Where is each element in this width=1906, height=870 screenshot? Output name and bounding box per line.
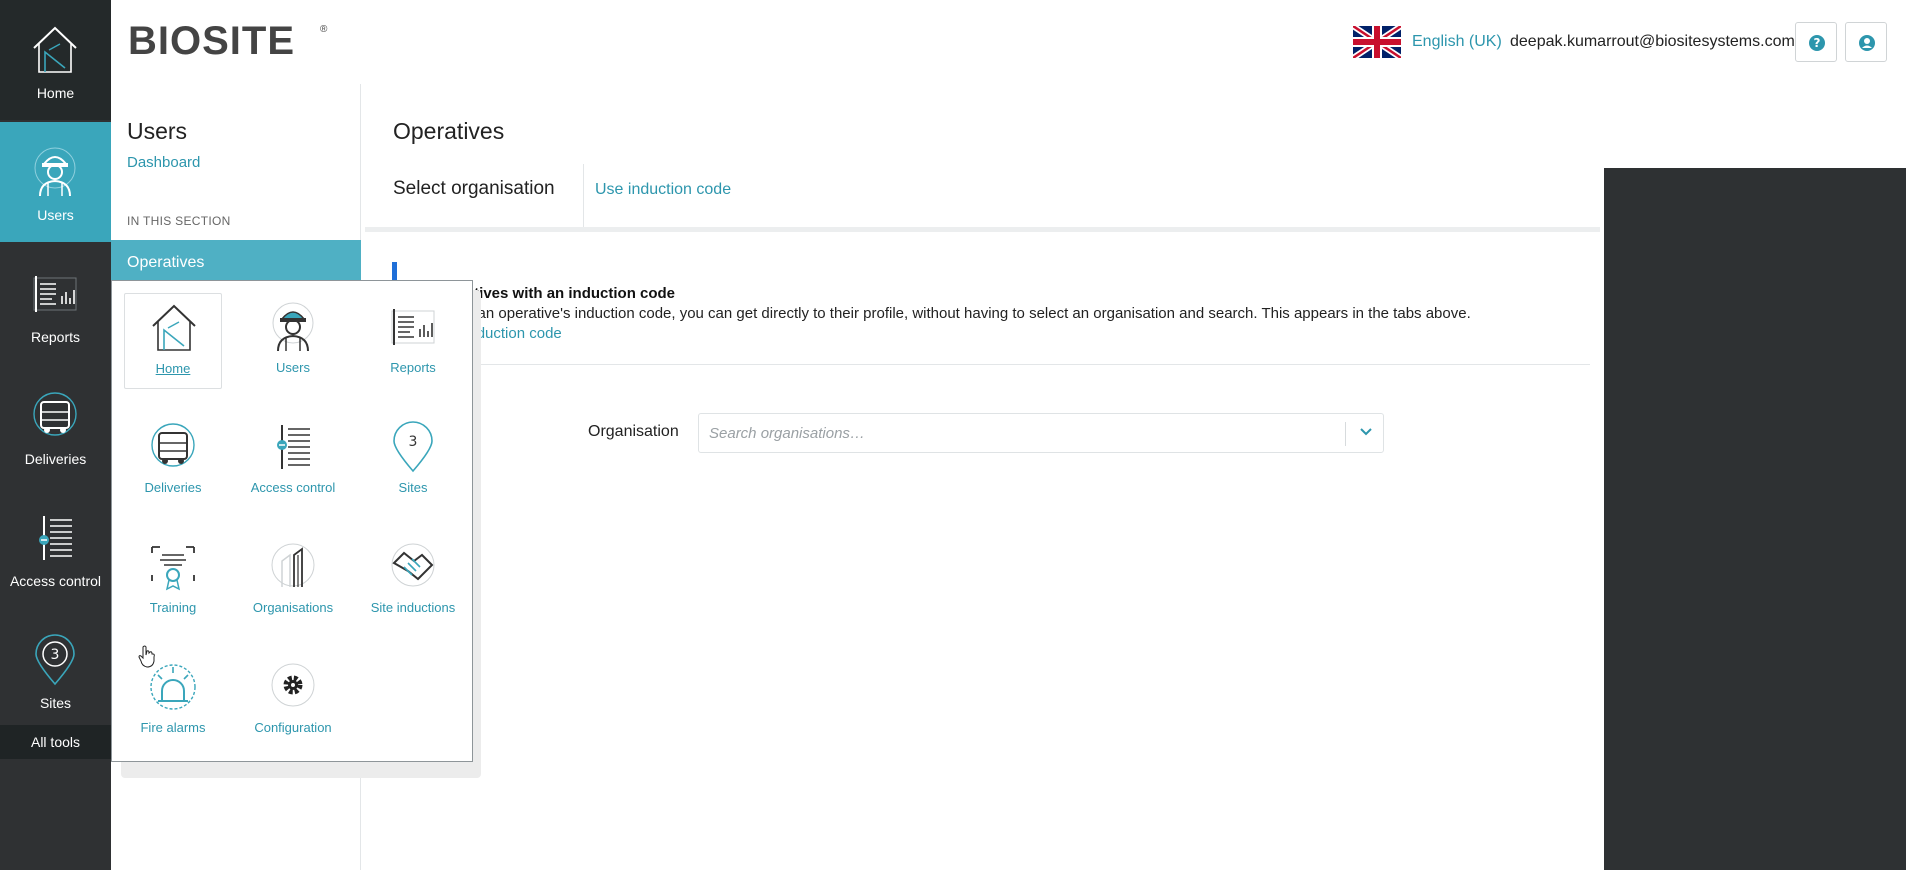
svg-text:3: 3 bbox=[409, 434, 418, 450]
account-button[interactable] bbox=[1845, 22, 1887, 62]
select-separator bbox=[1345, 422, 1346, 446]
tool-label: Home bbox=[155, 361, 191, 376]
tool-configuration[interactable]: Configuration bbox=[244, 653, 342, 749]
language-selector[interactable]: English (UK) bbox=[1412, 33, 1502, 51]
section-title: Users bbox=[127, 118, 188, 144]
svg-text:?: ? bbox=[1814, 36, 1821, 50]
dashboard-link[interactable]: Dashboard bbox=[127, 154, 200, 171]
sidebar-item-label: Operatives bbox=[127, 254, 205, 271]
help-icon: ? bbox=[1809, 35, 1825, 51]
tool-label: Reports bbox=[390, 360, 436, 375]
training-icon bbox=[151, 546, 195, 591]
tool-label: Configuration bbox=[254, 720, 332, 735]
rail-label-deliveries: Deliveries bbox=[24, 451, 87, 467]
rail-label-users: Users bbox=[37, 207, 74, 223]
page-title: Operatives bbox=[393, 118, 505, 144]
info-body: ou have an operative's induction code, y… bbox=[420, 305, 1471, 322]
divider bbox=[365, 364, 1590, 365]
rail-label-sites: Sites bbox=[39, 695, 72, 711]
chevron-down-icon[interactable] bbox=[1359, 427, 1373, 437]
tab-bar: Select organisation Use induction code bbox=[365, 164, 1600, 232]
rail-label-home: Home bbox=[36, 85, 75, 101]
tool-label: Organisations bbox=[252, 600, 334, 615]
home-icon bbox=[33, 26, 77, 73]
site-inductions-icon bbox=[391, 543, 435, 587]
left-rail: Home Users Reports Deliveries Access con… bbox=[0, 0, 111, 870]
app-window: Home Users Reports Deliveries Access con… bbox=[0, 0, 1906, 870]
home-icon bbox=[152, 304, 196, 351]
rail-item-users[interactable]: Users bbox=[0, 122, 111, 242]
rail-item-reports[interactable]: Reports bbox=[0, 244, 111, 364]
tool-deliveries[interactable]: Deliveries bbox=[124, 413, 222, 509]
right-dark-panel bbox=[1604, 168, 1906, 870]
tool-label: Sites bbox=[398, 480, 428, 495]
user-email: deepak.kumarrout@biositesystems.com bbox=[1510, 33, 1795, 50]
rail-all-tools-button[interactable]: All tools bbox=[0, 725, 111, 759]
help-button[interactable]: ? bbox=[1795, 22, 1837, 62]
tool-label: Deliveries bbox=[144, 480, 202, 495]
svg-text:®: ® bbox=[320, 24, 328, 35]
account-icon bbox=[1859, 35, 1875, 51]
tab-select-organisation[interactable]: Select organisation bbox=[393, 178, 555, 200]
hand-cursor-icon bbox=[138, 645, 155, 668]
rail-label-reports: Reports bbox=[30, 329, 81, 345]
tool-label: Access control bbox=[250, 480, 336, 495]
rail-label-access-control: Access control bbox=[9, 573, 102, 589]
deliveries-icon bbox=[151, 423, 195, 467]
rail-item-sites[interactable]: 3 Sites bbox=[0, 610, 111, 730]
tool-label: Fire alarms bbox=[140, 720, 206, 735]
tool-reports[interactable]: Reports bbox=[364, 293, 462, 389]
rail-item-home[interactable]: Home bbox=[0, 0, 111, 120]
tool-label: Training bbox=[149, 600, 197, 615]
tool-home[interactable]: Home bbox=[124, 293, 222, 389]
svg-text:BIOSITE: BIOSITE bbox=[128, 20, 295, 60]
tool-sites[interactable]: 3 Sites bbox=[364, 413, 462, 509]
rail-item-deliveries[interactable]: Deliveries bbox=[0, 366, 111, 486]
organisations-icon bbox=[271, 543, 315, 587]
access-control-icon bbox=[277, 425, 310, 469]
uk-flag-icon[interactable] bbox=[1353, 26, 1401, 58]
tab-divider bbox=[583, 164, 584, 227]
rail-item-access-control[interactable]: Access control bbox=[0, 488, 111, 608]
section-heading: IN THIS SECTION bbox=[127, 214, 231, 228]
sites-icon: 3 bbox=[35, 634, 75, 686]
organisation-label: Organisation bbox=[588, 423, 679, 440]
organisation-select[interactable]: Search organisations… bbox=[698, 413, 1384, 453]
configuration-icon bbox=[271, 663, 315, 707]
tool-training[interactable]: Training bbox=[124, 533, 222, 629]
tool-organisations[interactable]: Organisations bbox=[244, 533, 342, 629]
organisation-search-placeholder: Search organisations… bbox=[709, 425, 865, 442]
access-control-icon bbox=[39, 516, 72, 560]
reports-icon bbox=[391, 309, 435, 345]
deliveries-icon bbox=[33, 392, 77, 436]
biosite-logo[interactable]: BIOSITE ® bbox=[128, 20, 328, 60]
tab-use-induction-code[interactable]: Use induction code bbox=[595, 181, 731, 199]
reports-icon bbox=[33, 276, 77, 312]
all-tools-menu: Home Users Reports Deliveries Access con… bbox=[111, 280, 473, 762]
users-icon bbox=[34, 147, 76, 197]
users-icon bbox=[272, 302, 314, 352]
tool-label: Users bbox=[276, 360, 310, 375]
tool-label: Site inductions bbox=[370, 600, 456, 615]
sites-icon: 3 bbox=[393, 421, 433, 473]
svg-text:3: 3 bbox=[51, 647, 60, 663]
tool-users[interactable]: Users bbox=[244, 293, 342, 389]
tool-access-control[interactable]: Access control bbox=[244, 413, 342, 509]
tool-site-inductions[interactable]: Site inductions bbox=[364, 533, 462, 629]
